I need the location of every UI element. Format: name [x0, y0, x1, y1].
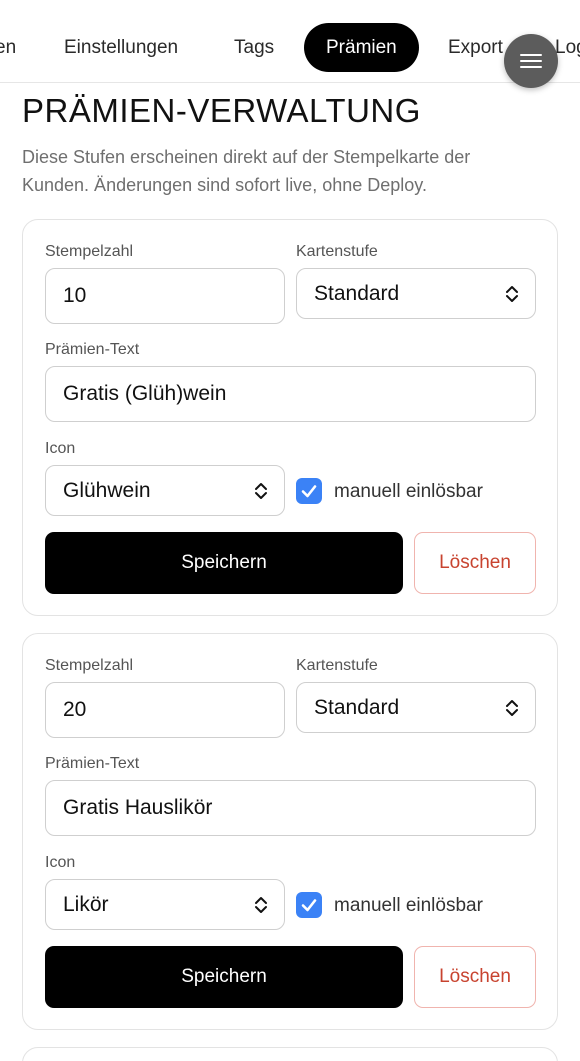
menu-button[interactable]	[504, 34, 558, 88]
reward-text-label: Prämien-Text	[45, 755, 140, 772]
page-title: PRÄMIEN-VERWALTUNG	[22, 92, 421, 129]
icon-label: Icon	[45, 440, 76, 457]
reward-text-input[interactable]: Gratis Hauslikör	[45, 780, 536, 836]
tab-tags[interactable]: Tags	[234, 23, 274, 72]
icon-select-value: Likör	[63, 892, 109, 916]
top-navigation: en Einstellungen Tags Prämien Export Log	[0, 0, 580, 83]
stamps-label: Stempelzahl	[45, 243, 134, 260]
reward-card: Stempelzahl Kartenstufe 10 Standard Präm…	[22, 219, 558, 616]
manual-redeem-label: manuell einlösbar	[334, 895, 483, 916]
tab-praemien[interactable]: Prämien	[304, 23, 419, 72]
chevron-updown-icon	[506, 285, 518, 302]
manual-redeem-checkbox[interactable]	[296, 478, 322, 504]
tab-einstellungen[interactable]: Einstellungen	[64, 23, 178, 72]
reward-text-input[interactable]: Gratis (Glüh)wein	[45, 366, 536, 422]
tier-label: Kartenstufe	[296, 243, 378, 260]
reward-card-partial	[22, 1047, 558, 1061]
manual-redeem-checkbox[interactable]	[296, 892, 322, 918]
tab-export[interactable]: Export	[448, 23, 503, 72]
chevron-updown-icon	[255, 482, 267, 499]
delete-button[interactable]: Löschen	[414, 532, 536, 594]
icon-select[interactable]: Glühwein	[45, 465, 285, 516]
stamps-input[interactable]: 10	[45, 268, 285, 324]
icon-select-value: Glühwein	[63, 478, 151, 502]
tab-log[interactable]: Log	[555, 23, 580, 72]
delete-button[interactable]: Löschen	[414, 946, 536, 1008]
tier-select[interactable]: Standard	[296, 268, 536, 319]
tier-select-value: Standard	[314, 695, 400, 719]
chevron-updown-icon	[255, 896, 267, 913]
tier-select[interactable]: Standard	[296, 682, 536, 733]
save-button[interactable]: Speichern	[45, 532, 403, 594]
save-button[interactable]: Speichern	[45, 946, 403, 1008]
stamps-label: Stempelzahl	[45, 657, 134, 674]
tier-select-value: Standard	[314, 281, 400, 305]
tier-label: Kartenstufe	[296, 657, 378, 674]
reward-card: Stempelzahl Kartenstufe 20 Standard Präm…	[22, 633, 558, 1030]
hamburger-icon	[520, 54, 542, 68]
checkmark-icon	[301, 899, 317, 912]
reward-text-label: Prämien-Text	[45, 341, 140, 358]
icon-select[interactable]: Likör	[45, 879, 285, 930]
stamps-input[interactable]: 20	[45, 682, 285, 738]
tab-partial-left[interactable]: en	[0, 23, 16, 72]
icon-label: Icon	[45, 854, 76, 871]
checkmark-icon	[301, 485, 317, 498]
chevron-updown-icon	[506, 699, 518, 716]
page-description: Diese Stufen erscheinen direkt auf der S…	[22, 147, 471, 195]
manual-redeem-label: manuell einlösbar	[334, 481, 483, 502]
